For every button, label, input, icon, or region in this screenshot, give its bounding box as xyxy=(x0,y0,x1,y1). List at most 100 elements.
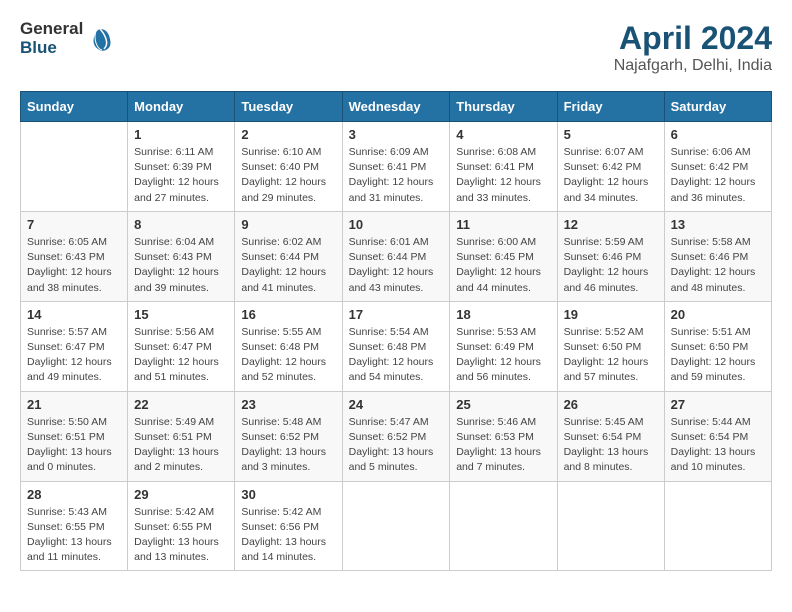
day-number: 5 xyxy=(564,127,658,142)
day-cell-28: 28 Sunrise: 5:43 AM Sunset: 6:55 PM Dayli… xyxy=(21,481,128,571)
day-detail: Sunrise: 6:10 AM Sunset: 6:40 PM Dayligh… xyxy=(241,145,335,206)
day-cell-21: 21Sunrise: 5:50 AM Sunset: 6:51 PM Dayli… xyxy=(21,391,128,481)
day-number: 1 xyxy=(134,127,228,142)
day-number: 23 xyxy=(241,397,335,412)
day-cell-18: 18Sunrise: 5:53 AM Sunset: 6:49 PM Dayli… xyxy=(450,301,557,391)
day-detail: Sunrise: 6:09 AM Sunset: 6:41 PM Dayligh… xyxy=(349,145,444,206)
day-cell-8: 8 Sunrise: 6:04 AM Sunset: 6:43 PM Daylig… xyxy=(128,211,235,301)
empty-cell xyxy=(342,481,450,571)
day-cell-15: 15 Sunrise: 5:56 AM Sunset: 6:47 PM Dayli… xyxy=(128,301,235,391)
day-detail: Sunrise: 6:07 AM Sunset: 6:42 PM Dayligh… xyxy=(564,145,658,206)
day-number: 2 xyxy=(241,127,335,142)
day-detail: Sunrise: 5:59 AM Sunset: 6:46 PM Dayligh… xyxy=(564,235,658,296)
page-header: General Blue April 2024 Najafgarh, Delhi… xyxy=(20,20,772,75)
day-detail: Sunrise: 5:56 AM Sunset: 6:47 PM Dayligh… xyxy=(134,325,228,386)
day-cell-14: 14 Sunrise: 5:57 AM Sunset: 6:47 PM Dayli… xyxy=(21,301,128,391)
day-detail: Sunrise: 6:11 AM Sunset: 6:39 PM Dayligh… xyxy=(134,145,228,206)
day-cell-1: 1 Sunrise: 6:11 AM Sunset: 6:39 PM Daylig… xyxy=(128,122,235,212)
day-cell-12: 12 Sunrise: 5:59 AM Sunset: 6:46 PM Dayli… xyxy=(557,211,664,301)
day-detail: Sunrise: 5:43 AM Sunset: 6:55 PM Dayligh… xyxy=(27,505,121,566)
day-cell-6: 6 Sunrise: 6:06 AM Sunset: 6:42 PM Daylig… xyxy=(664,122,771,212)
day-number: 25 xyxy=(456,397,550,412)
day-detail: Sunrise: 5:48 AM Sunset: 6:52 PM Dayligh… xyxy=(241,415,335,476)
day-number: 28 xyxy=(27,487,121,502)
day-detail: Sunrise: 5:55 AM Sunset: 6:48 PM Dayligh… xyxy=(241,325,335,386)
empty-cell xyxy=(557,481,664,571)
logo-icon xyxy=(86,25,114,53)
week-row-5: 28 Sunrise: 5:43 AM Sunset: 6:55 PM Dayli… xyxy=(21,481,772,571)
day-detail: Sunrise: 5:49 AM Sunset: 6:51 PM Dayligh… xyxy=(134,415,228,476)
day-cell-10: 10 Sunrise: 6:01 AM Sunset: 6:44 PM Dayli… xyxy=(342,211,450,301)
day-number: 22 xyxy=(134,397,228,412)
day-detail: Sunrise: 5:53 AM Sunset: 6:49 PM Dayligh… xyxy=(456,325,550,386)
day-detail: Sunrise: 6:02 AM Sunset: 6:44 PM Dayligh… xyxy=(241,235,335,296)
day-number: 8 xyxy=(134,217,228,232)
day-cell-29: 29 Sunrise: 5:42 AM Sunset: 6:55 PM Dayli… xyxy=(128,481,235,571)
empty-cell xyxy=(21,122,128,212)
day-cell-3: 3 Sunrise: 6:09 AM Sunset: 6:41 PM Daylig… xyxy=(342,122,450,212)
header-day-sunday: Sunday xyxy=(21,92,128,122)
day-cell-11: 11 Sunrise: 6:00 AM Sunset: 6:45 PM Dayli… xyxy=(450,211,557,301)
day-detail: Sunrise: 5:45 AM Sunset: 6:54 PM Dayligh… xyxy=(564,415,658,476)
day-number: 13 xyxy=(671,217,765,232)
day-detail: Sunrise: 6:08 AM Sunset: 6:41 PM Dayligh… xyxy=(456,145,550,206)
day-cell-25: 25 Sunrise: 5:46 AM Sunset: 6:53 PM Dayli… xyxy=(450,391,557,481)
month-title: April 2024 xyxy=(614,20,772,57)
day-detail: Sunrise: 5:44 AM Sunset: 6:54 PM Dayligh… xyxy=(671,415,765,476)
day-detail: Sunrise: 5:54 AM Sunset: 6:48 PM Dayligh… xyxy=(349,325,444,386)
day-number: 3 xyxy=(349,127,444,142)
day-cell-24: 24 Sunrise: 5:47 AM Sunset: 6:52 PM Dayli… xyxy=(342,391,450,481)
day-cell-9: 9 Sunrise: 6:02 AM Sunset: 6:44 PM Daylig… xyxy=(235,211,342,301)
logo-blue: Blue xyxy=(20,39,57,58)
empty-cell xyxy=(664,481,771,571)
day-cell-16: 16 Sunrise: 5:55 AM Sunset: 6:48 PM Dayli… xyxy=(235,301,342,391)
week-row-3: 14 Sunrise: 5:57 AM Sunset: 6:47 PM Dayli… xyxy=(21,301,772,391)
week-row-4: 21Sunrise: 5:50 AM Sunset: 6:51 PM Dayli… xyxy=(21,391,772,481)
day-detail: Sunrise: 5:57 AM Sunset: 6:47 PM Dayligh… xyxy=(27,325,121,386)
day-detail: Sunrise: 5:47 AM Sunset: 6:52 PM Dayligh… xyxy=(349,415,444,476)
day-cell-20: 20Sunrise: 5:51 AM Sunset: 6:50 PM Dayli… xyxy=(664,301,771,391)
day-cell-26: 26 Sunrise: 5:45 AM Sunset: 6:54 PM Dayli… xyxy=(557,391,664,481)
header-day-thursday: Thursday xyxy=(450,92,557,122)
calendar-header-row: SundayMondayTuesdayWednesdayThursdayFrid… xyxy=(21,92,772,122)
day-number: 17 xyxy=(349,307,444,322)
day-number: 15 xyxy=(134,307,228,322)
day-detail: Sunrise: 6:04 AM Sunset: 6:43 PM Dayligh… xyxy=(134,235,228,296)
day-cell-22: 22 Sunrise: 5:49 AM Sunset: 6:51 PM Dayli… xyxy=(128,391,235,481)
day-number: 29 xyxy=(134,487,228,502)
day-cell-17: 17 Sunrise: 5:54 AM Sunset: 6:48 PM Dayli… xyxy=(342,301,450,391)
location-subtitle: Najafgarh, Delhi, India xyxy=(614,57,772,75)
day-number: 6 xyxy=(671,127,765,142)
day-detail: Sunrise: 6:01 AM Sunset: 6:44 PM Dayligh… xyxy=(349,235,444,296)
day-cell-19: 19 Sunrise: 5:52 AM Sunset: 6:50 PM Dayli… xyxy=(557,301,664,391)
day-number: 24 xyxy=(349,397,444,412)
day-detail: Sunrise: 5:42 AM Sunset: 6:55 PM Dayligh… xyxy=(134,505,228,566)
day-detail: Sunrise: 6:06 AM Sunset: 6:42 PM Dayligh… xyxy=(671,145,765,206)
day-number: 21 xyxy=(27,397,121,412)
header-day-saturday: Saturday xyxy=(664,92,771,122)
header-day-monday: Monday xyxy=(128,92,235,122)
day-cell-4: 4 Sunrise: 6:08 AM Sunset: 6:41 PM Daylig… xyxy=(450,122,557,212)
day-detail: Sunrise: 5:42 AM Sunset: 6:56 PM Dayligh… xyxy=(241,505,335,566)
logo: General Blue xyxy=(20,20,114,57)
day-number: 7 xyxy=(27,217,121,232)
calendar-table: SundayMondayTuesdayWednesdayThursdayFrid… xyxy=(20,91,772,571)
day-number: 11 xyxy=(456,217,550,232)
day-number: 27 xyxy=(671,397,765,412)
day-number: 14 xyxy=(27,307,121,322)
day-detail: Sunrise: 5:46 AM Sunset: 6:53 PM Dayligh… xyxy=(456,415,550,476)
day-number: 9 xyxy=(241,217,335,232)
day-cell-5: 5 Sunrise: 6:07 AM Sunset: 6:42 PM Daylig… xyxy=(557,122,664,212)
day-cell-30: 30 Sunrise: 5:42 AM Sunset: 6:56 PM Dayli… xyxy=(235,481,342,571)
day-number: 30 xyxy=(241,487,335,502)
day-number: 19 xyxy=(564,307,658,322)
day-detail: Sunrise: 5:58 AM Sunset: 6:46 PM Dayligh… xyxy=(671,235,765,296)
day-number: 16 xyxy=(241,307,335,322)
day-detail: Sunrise: 6:00 AM Sunset: 6:45 PM Dayligh… xyxy=(456,235,550,296)
day-number: 26 xyxy=(564,397,658,412)
day-number: 10 xyxy=(349,217,444,232)
day-number: 12 xyxy=(564,217,658,232)
day-detail: Sunrise: 5:52 AM Sunset: 6:50 PM Dayligh… xyxy=(564,325,658,386)
day-detail: Sunrise: 6:05 AM Sunset: 6:43 PM Dayligh… xyxy=(27,235,121,296)
day-number: 4 xyxy=(456,127,550,142)
